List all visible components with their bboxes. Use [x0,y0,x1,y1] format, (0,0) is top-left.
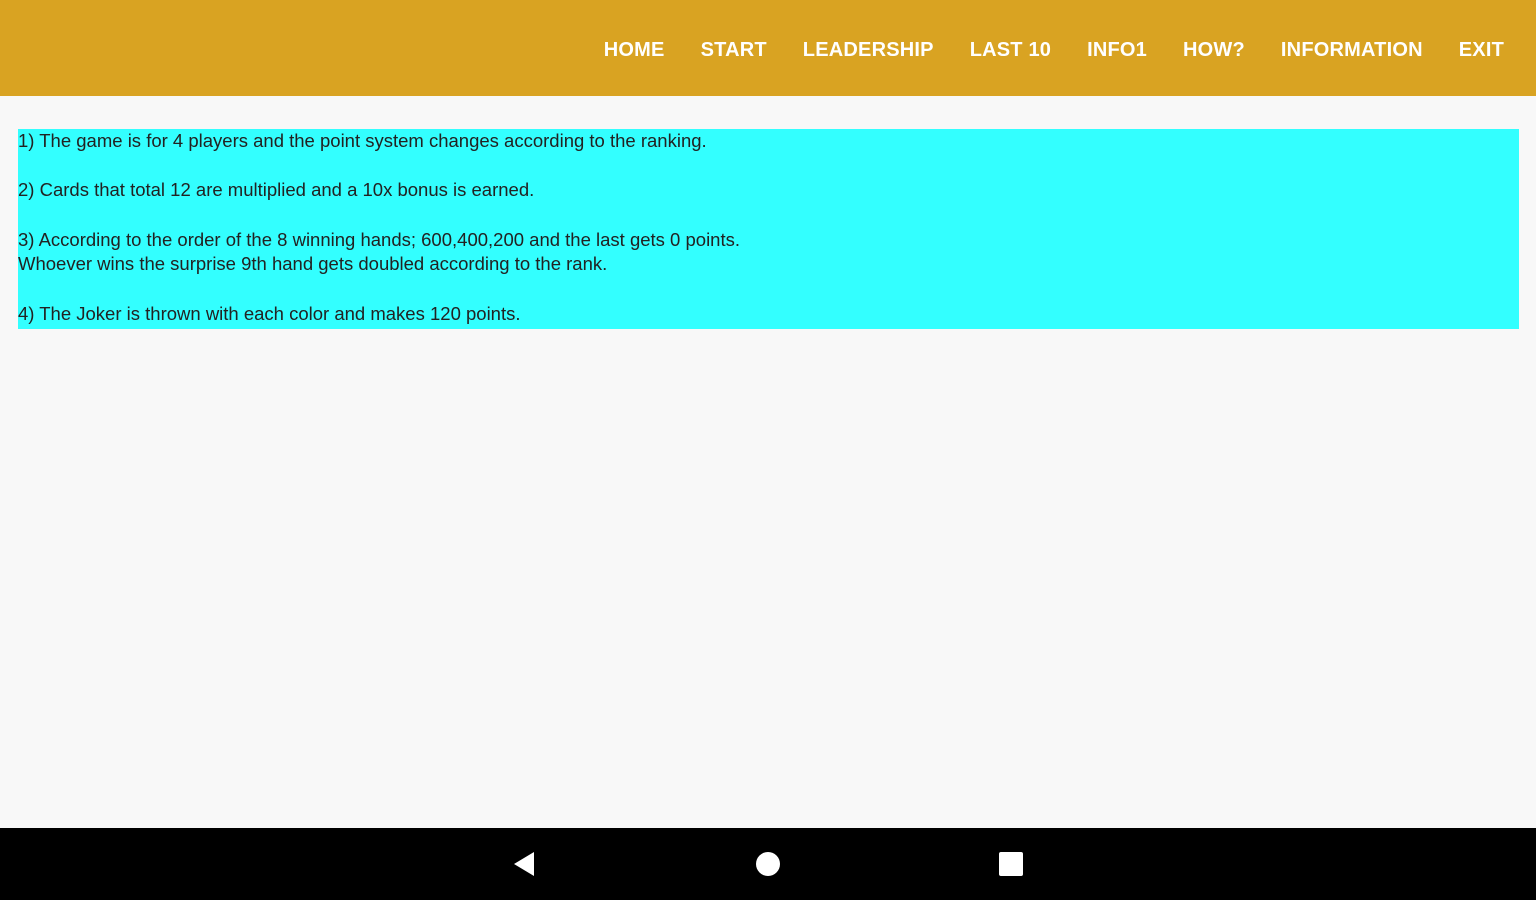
menu-item-home[interactable]: HOME [586,39,683,62]
back-button[interactable] [510,850,538,878]
rule-spacer [18,154,1519,179]
rule-spacer [18,203,1519,228]
rules-panel: 1) The game is for 4 players and the poi… [18,129,1519,329]
rule-line: 1) The game is for 4 players and the poi… [18,130,707,151]
rule-line: 4) The Joker is thrown with each color a… [18,302,521,324]
menu-item-info1[interactable]: INFO1 [1069,39,1165,62]
rule-spacer [18,277,1519,302]
rule-line: Whoever wins the surprise 9th hand gets … [18,253,608,275]
menu-item-how[interactable]: HOW? [1165,39,1263,62]
top-app-bar: HOME START LEADERSHIP LAST 10 INFO1 HOW?… [0,0,1536,96]
menu-item-start[interactable]: START [683,39,785,62]
home-button[interactable] [754,850,782,878]
app-screen: HOME START LEADERSHIP LAST 10 INFO1 HOW?… [0,0,1536,900]
system-navigation-bar [0,828,1536,900]
menu-item-information[interactable]: INFORMATION [1263,39,1441,62]
recents-button[interactable] [997,850,1025,878]
menu-item-leadership[interactable]: LEADERSHIP [785,39,952,62]
back-triangle-icon [514,852,534,876]
home-circle-icon [756,852,780,876]
rule-line: 3) According to the order of the 8 winni… [18,228,740,250]
main-menu: HOME START LEADERSHIP LAST 10 INFO1 HOW?… [586,0,1522,100]
menu-item-last-10[interactable]: LAST 10 [952,39,1069,62]
rule-line: 2) Cards that total 12 are multiplied an… [18,179,535,201]
menu-item-exit[interactable]: EXIT [1441,39,1522,62]
recents-square-icon [999,852,1023,876]
